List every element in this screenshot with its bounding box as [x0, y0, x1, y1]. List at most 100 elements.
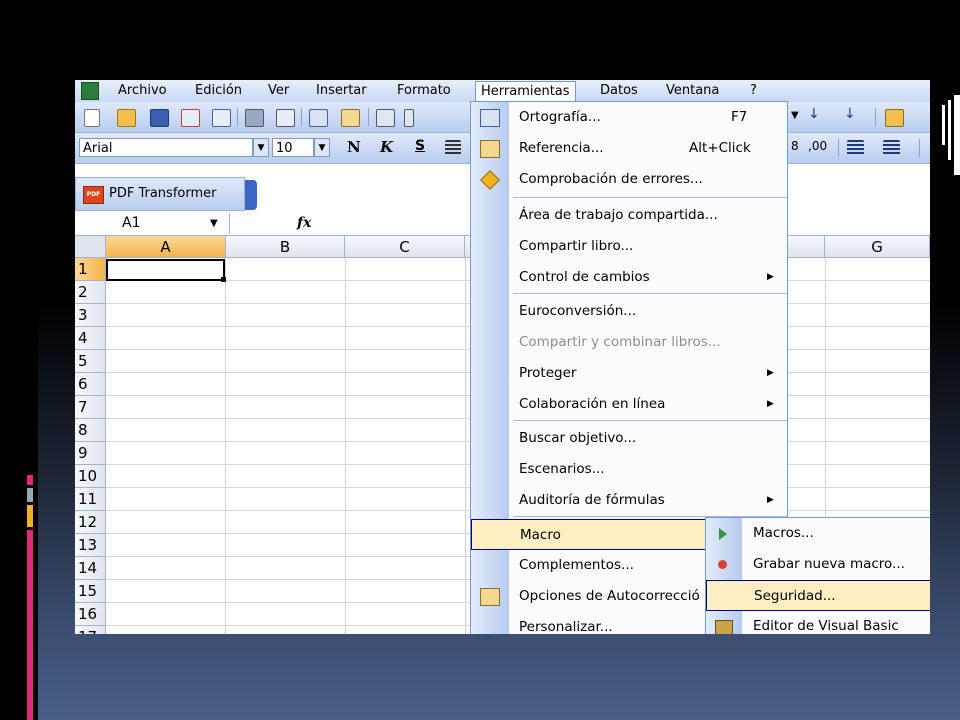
tools-menu-item[interactable]: Auditoría de fórmulas ▶	[471, 485, 787, 516]
column-header-a[interactable]: A	[106, 236, 226, 258]
sort-desc-icon[interactable]: ↓	[844, 106, 856, 122]
menu-item-label: Opciones de Autocorrecció	[519, 588, 700, 604]
column-header-c[interactable]: C	[345, 236, 465, 258]
name-box-dropdown-icon[interactable]: ▼	[210, 218, 218, 229]
underline-button[interactable]: S	[415, 138, 425, 154]
accent-yellow	[27, 505, 33, 527]
menu-edicion[interactable]: Edición	[195, 83, 242, 98]
row-header[interactable]: 6	[75, 373, 106, 396]
row-header[interactable]: 13	[75, 534, 106, 557]
new-icon[interactable]	[84, 109, 100, 127]
pdf-transformer-toolbar[interactable]: PDF PDF Transformer	[75, 177, 245, 211]
select-all-corner[interactable]	[75, 236, 106, 258]
print-icon[interactable]	[245, 109, 264, 127]
column-header-g[interactable]: G	[825, 236, 930, 258]
menu-ventana[interactable]: Ventana	[666, 83, 719, 98]
menu-ver[interactable]: Ver	[268, 83, 289, 98]
menu-separator	[513, 420, 787, 421]
menu-item-label: Euroconversión...	[519, 303, 637, 319]
column-header-b[interactable]: B	[226, 236, 345, 258]
tools-menu-item[interactable]: Buscar objetivo...	[471, 423, 787, 454]
macro-submenu-item[interactable]: Grabar nueva macro...	[706, 549, 930, 580]
increase-decimal-icon[interactable]: 8	[791, 139, 799, 153]
tools-menu-item[interactable]: Ortografía... F7	[471, 102, 787, 133]
macro-submenu-item[interactable]: Macros...	[706, 518, 930, 549]
tools-menu-item[interactable]: Proteger ▶	[471, 358, 787, 389]
research-toolbar-icon[interactable]	[341, 109, 360, 127]
align-left-icon[interactable]	[445, 140, 461, 156]
row-header[interactable]: 3	[75, 304, 106, 327]
save-icon[interactable]	[150, 109, 169, 127]
row-header[interactable]: 2	[75, 281, 106, 304]
row-header[interactable]: 12	[75, 511, 106, 534]
email-icon[interactable]	[212, 109, 231, 127]
print-preview-icon[interactable]	[276, 109, 295, 127]
row-header[interactable]: 4	[75, 327, 106, 350]
row-header[interactable]: 15	[75, 580, 106, 603]
row-header[interactable]: 5	[75, 350, 106, 373]
menu-datos[interactable]: Datos	[600, 83, 638, 98]
row-header[interactable]: 17	[75, 626, 106, 634]
row-header[interactable]: 11	[75, 488, 106, 511]
decrease-decimal-icon[interactable]: ,00	[808, 139, 827, 153]
tools-menu-item[interactable]: Referencia... Alt+Click	[471, 133, 787, 164]
toolbar-options-handle[interactable]	[245, 180, 257, 210]
fill-handle[interactable]	[221, 277, 226, 282]
bold-button[interactable]: N	[347, 138, 361, 156]
sort-asc-icon[interactable]: ↓	[808, 106, 820, 122]
menu-archivo[interactable]: Archivo	[118, 83, 167, 98]
tools-menu-item[interactable]: Área de trabajo compartida...	[471, 200, 787, 231]
font-name-box[interactable]: Arial	[79, 138, 253, 157]
name-box[interactable]: A1	[75, 213, 230, 234]
italic-button[interactable]: K	[380, 138, 393, 156]
submenu-arrow-icon: ▶	[767, 495, 774, 505]
menu-item-label: Compartir libro...	[519, 238, 634, 254]
menu-item-label: Control de cambios	[519, 269, 650, 285]
tools-menu-item[interactable]: Compartir libro...	[471, 231, 787, 262]
insert-function-icon[interactable]: fx	[297, 215, 311, 231]
tools-menu-item[interactable]: Euroconversión...	[471, 296, 787, 327]
increase-indent-icon[interactable]	[883, 140, 900, 156]
tools-menu-item[interactable]: Escenarios...	[471, 454, 787, 485]
font-name-dropdown-icon[interactable]: ▼	[253, 138, 269, 157]
excel-app-icon[interactable]	[81, 82, 99, 100]
chart-wizard-icon[interactable]	[885, 109, 904, 127]
submenu-item-label: Grabar nueva macro...	[753, 556, 905, 572]
spelling-icon[interactable]	[309, 109, 328, 127]
tools-menu-item[interactable]: Control de cambios ▶	[471, 262, 787, 293]
accent-pink-small	[27, 475, 33, 485]
row-header[interactable]: 9	[75, 442, 106, 465]
decrease-indent-icon[interactable]	[847, 140, 864, 156]
vb-editor-icon	[715, 620, 733, 634]
menu-herramientas[interactable]: Herramientas	[475, 81, 576, 101]
copy-icon[interactable]	[404, 109, 414, 127]
decor-line-2	[948, 100, 951, 160]
font-size-dropdown-icon[interactable]: ▼	[314, 138, 330, 157]
row-header[interactable]: 1	[75, 258, 106, 281]
menu-item-label: Ortografía...	[519, 109, 601, 125]
row-header[interactable]: 8	[75, 419, 106, 442]
chevron-down-icon[interactable]: ▼	[791, 110, 799, 121]
menu-help[interactable]: ?	[750, 83, 757, 98]
cut-icon[interactable]	[376, 109, 395, 127]
row-header[interactable]: 14	[75, 557, 106, 580]
menu-formato[interactable]: Formato	[397, 83, 451, 98]
submenu-arrow-icon: ▶	[767, 399, 774, 409]
row-header[interactable]: 16	[75, 603, 106, 626]
macro-submenu: Macros... Grabar nueva macro... Seguridad.…	[705, 517, 930, 634]
macro-submenu-item[interactable]: Seguridad...	[706, 580, 930, 611]
font-size-box[interactable]: 10	[272, 138, 314, 157]
row-header[interactable]: 7	[75, 396, 106, 419]
macro-submenu-item[interactable]: Editor de Visual Basic	[706, 611, 930, 634]
tools-menu-item[interactable]: Colaboración en línea ▶	[471, 389, 787, 420]
permission-icon[interactable]	[181, 109, 200, 127]
row-header[interactable]: 10	[75, 465, 106, 488]
menu-item-label: Referencia...	[519, 140, 604, 156]
menu-separator	[513, 197, 787, 198]
open-icon[interactable]	[117, 109, 136, 127]
menu-insertar[interactable]: Insertar	[316, 83, 367, 98]
tools-menu-item[interactable]: Comprobación de errores...	[471, 164, 787, 195]
tools-menu-item: Compartir y combinar libros...	[471, 327, 787, 358]
menu-item-label: Escenarios...	[519, 461, 605, 477]
active-cell-a1[interactable]	[106, 259, 225, 281]
